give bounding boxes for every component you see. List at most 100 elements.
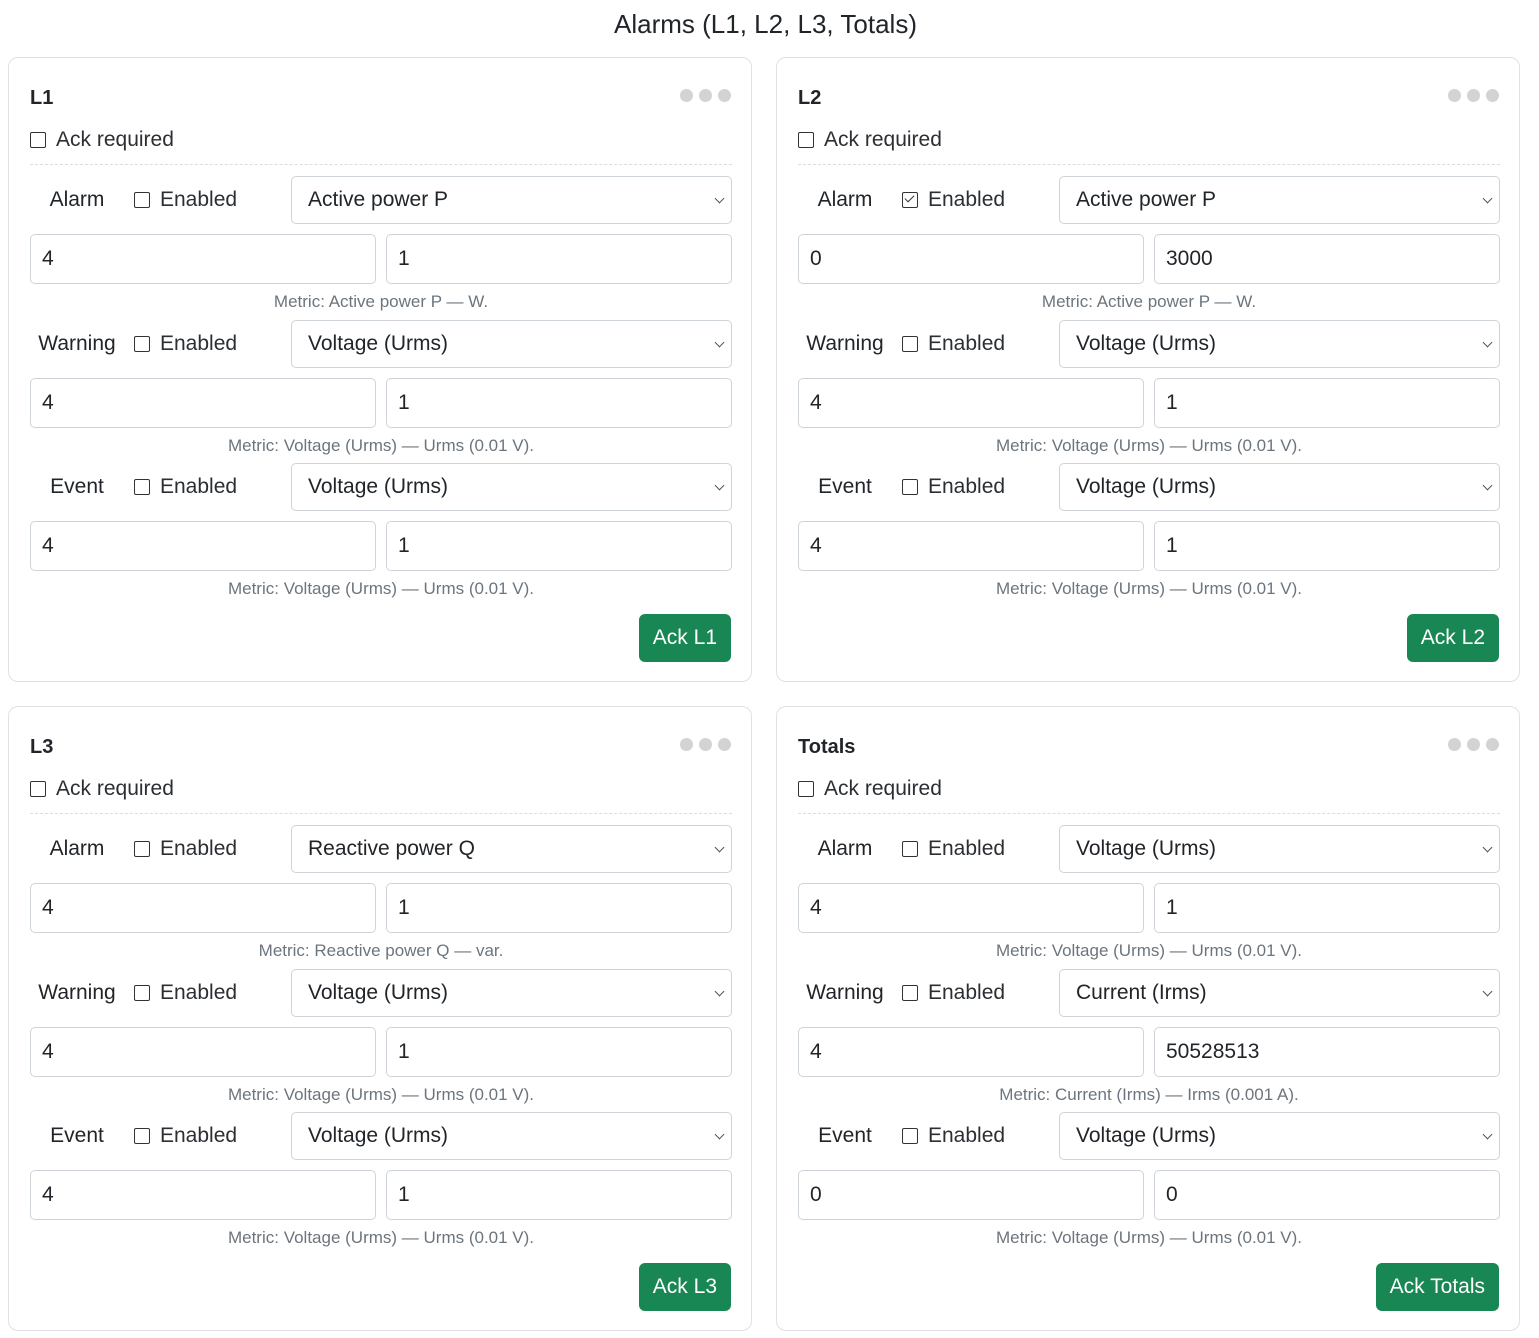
alarm-metric-select[interactable]: Active power P (1059, 176, 1500, 224)
divider (798, 813, 1500, 814)
event-label: Event (818, 475, 872, 498)
ack-required-toggle[interactable]: Ack required (798, 126, 942, 154)
warning-metric-select[interactable]: Voltage (Urms) (1059, 320, 1500, 368)
metric-select-value: Current (Irms) (1076, 981, 1207, 1004)
warning-metric-select[interactable]: Voltage (Urms) (291, 969, 732, 1017)
event-enabled-toggle[interactable]: Enabled (902, 1112, 1005, 1160)
warning-value-b-input[interactable]: 1 (1154, 378, 1500, 428)
checkbox-icon[interactable] (134, 336, 150, 352)
checkbox-icon[interactable] (902, 479, 918, 495)
alarm-label: Alarm (817, 837, 873, 860)
alarm-metric-select[interactable]: Active power P (291, 176, 732, 224)
enabled-label: Enabled (160, 837, 238, 860)
alarm-value-a-input[interactable]: 4 (30, 234, 376, 284)
warning-enabled-toggle[interactable]: Enabled (902, 320, 1005, 368)
warning-metric-select[interactable]: Voltage (Urms) (291, 320, 732, 368)
alarm-enabled-toggle[interactable]: Enabled (902, 176, 1005, 224)
event-value-b-input[interactable]: 1 (386, 521, 732, 571)
event-enabled-toggle[interactable]: Enabled (134, 463, 237, 511)
input-value: 4 (42, 247, 54, 270)
warning-enabled-toggle[interactable]: Enabled (134, 320, 237, 368)
ack-required-toggle[interactable]: Ack required (30, 126, 174, 154)
alarm-value-b-input[interactable]: 3000 (1154, 234, 1500, 284)
input-value: 1 (1166, 534, 1178, 557)
checkbox-icon[interactable] (134, 192, 150, 208)
alarm-metric-select[interactable]: Voltage (Urms) (1059, 825, 1500, 873)
input-value: 4 (42, 1183, 54, 1206)
event-metric-select[interactable]: Voltage (Urms) (1059, 463, 1500, 511)
checkbox-icon[interactable] (902, 1128, 918, 1144)
input-value: 1 (398, 534, 410, 557)
event-value-a-input[interactable]: 4 (798, 521, 1144, 571)
divider (798, 164, 1500, 165)
event-metric-select[interactable]: Voltage (Urms) (291, 1112, 732, 1160)
event-metric-select[interactable]: Voltage (Urms) (1059, 1112, 1500, 1160)
warning-value-b-input[interactable]: 50528513 (1154, 1027, 1500, 1077)
alarm-enabled-toggle[interactable]: Enabled (134, 825, 237, 873)
ack-button[interactable]: Ack L2 (1406, 614, 1499, 662)
checkbox-icon[interactable] (134, 1128, 150, 1144)
input-value: 1 (398, 1040, 410, 1063)
ack-button[interactable]: Ack Totals (1375, 1263, 1499, 1311)
warning-metric-select[interactable]: Current (Irms) (1059, 969, 1500, 1017)
warning-value-b-input[interactable]: 1 (386, 1027, 732, 1077)
checkbox-icon[interactable] (134, 841, 150, 857)
warning-value-a-input[interactable]: 4 (798, 1027, 1144, 1077)
event-value-a-input[interactable]: 0 (798, 1170, 1144, 1220)
event-value-a-input[interactable]: 4 (30, 1170, 376, 1220)
alarm-metric-select[interactable]: Reactive power Q (291, 825, 732, 873)
chevron-down-icon (714, 1129, 725, 1140)
checkbox-icon[interactable] (30, 781, 46, 797)
checkbox-icon[interactable] (134, 479, 150, 495)
metric-select-value: Active power P (1076, 188, 1217, 211)
ack-required-toggle[interactable]: Ack required (30, 775, 174, 803)
warning-value-a-input[interactable]: 4 (30, 378, 376, 428)
event-value-b-input[interactable]: 1 (1154, 521, 1500, 571)
alarm-value-a-input[interactable]: 4 (798, 883, 1144, 933)
event-enabled-toggle[interactable]: Enabled (134, 1112, 237, 1160)
warning-value-a-input[interactable]: 4 (798, 378, 1144, 428)
event-label: Event (818, 1124, 872, 1147)
metric-select-value: Voltage (Urms) (308, 332, 449, 355)
event-value-a-input[interactable]: 4 (30, 521, 376, 571)
input-value: 1 (398, 391, 410, 414)
checkbox-icon[interactable] (798, 132, 814, 148)
event-metric-select[interactable]: Voltage (Urms) (291, 463, 732, 511)
ack-button[interactable]: Ack L3 (638, 1263, 731, 1311)
checkbox-icon[interactable] (30, 132, 46, 148)
alarm-value-a-input[interactable]: 4 (30, 883, 376, 933)
warning-enabled-toggle[interactable]: Enabled (134, 969, 237, 1017)
warning-enabled-toggle[interactable]: Enabled (902, 969, 1005, 1017)
more-dots-icon[interactable] (1448, 89, 1499, 102)
checkbox-icon[interactable] (902, 841, 918, 857)
alarm-enabled-toggle[interactable]: Enabled (134, 176, 237, 224)
more-dots-icon[interactable] (680, 89, 731, 102)
checkbox-icon[interactable] (902, 192, 918, 208)
ack-button[interactable]: Ack L1 (638, 614, 731, 662)
checkbox-icon[interactable] (134, 985, 150, 1001)
alarm-enabled-toggle[interactable]: Enabled (902, 825, 1005, 873)
warning-value-b-input[interactable]: 1 (386, 378, 732, 428)
alarm-value-b-input[interactable]: 1 (386, 883, 732, 933)
alarm-value-b-input[interactable]: 1 (1154, 883, 1500, 933)
ack-required-label: Ack required (56, 777, 174, 800)
metric-select-value: Voltage (Urms) (308, 1124, 449, 1147)
checkbox-icon[interactable] (902, 985, 918, 1001)
alarm-value-b-input[interactable]: 1 (386, 234, 732, 284)
event-enabled-toggle[interactable]: Enabled (902, 463, 1005, 511)
more-dots-icon[interactable] (1448, 738, 1499, 751)
enabled-label: Enabled (928, 981, 1006, 1004)
event-value-b-input[interactable]: 0 (1154, 1170, 1500, 1220)
more-dots-icon[interactable] (680, 738, 731, 751)
event-label: Event (50, 475, 104, 498)
warning-metric-note: Metric: Voltage (Urms) — Urms (0.01 V). (227, 1085, 535, 1104)
warning-value-a-input[interactable]: 4 (30, 1027, 376, 1077)
input-value: 4 (810, 391, 822, 414)
event-value-b-input[interactable]: 1 (386, 1170, 732, 1220)
checkbox-icon[interactable] (798, 781, 814, 797)
checkbox-icon[interactable] (902, 336, 918, 352)
alarm-label: Alarm (49, 837, 105, 860)
alarm-value-a-input[interactable]: 0 (798, 234, 1144, 284)
ack-required-toggle[interactable]: Ack required (798, 775, 942, 803)
enabled-label: Enabled (928, 1124, 1006, 1147)
